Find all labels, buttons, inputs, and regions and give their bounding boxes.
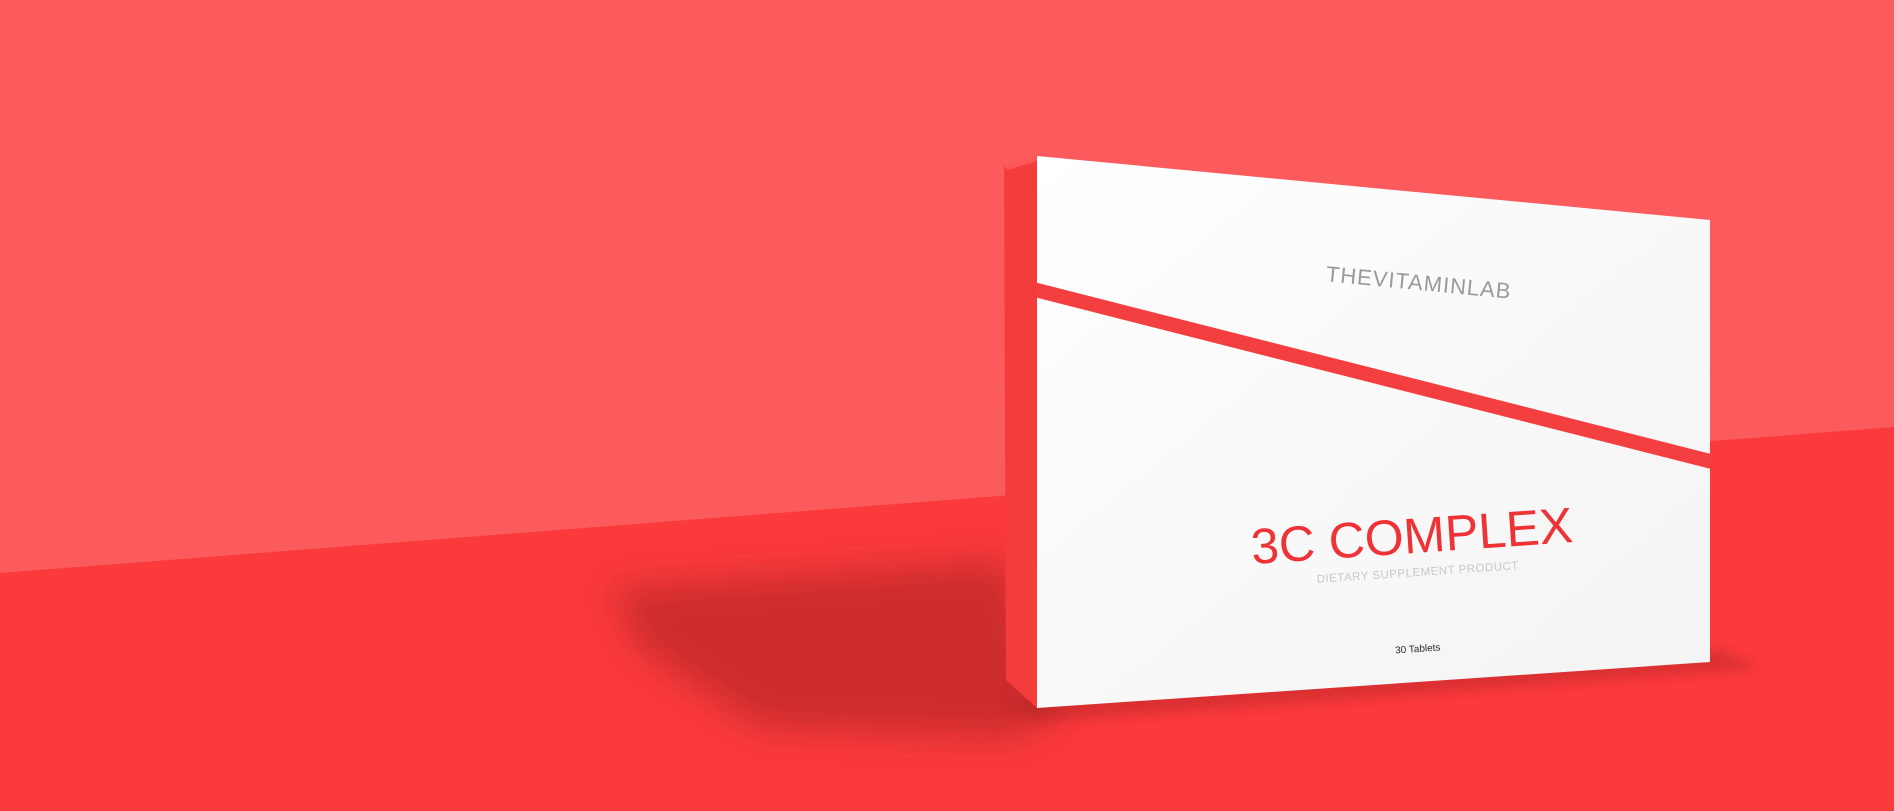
product-scene: THEVITAMINLAB 3C COMPLEX DIETARY SUPPLEM… — [0, 0, 1894, 811]
product-banner: THEVITAMINLAB 3C COMPLEX DIETARY SUPPLEM… — [0, 0, 1894, 811]
box-side-panel — [1004, 156, 1037, 708]
